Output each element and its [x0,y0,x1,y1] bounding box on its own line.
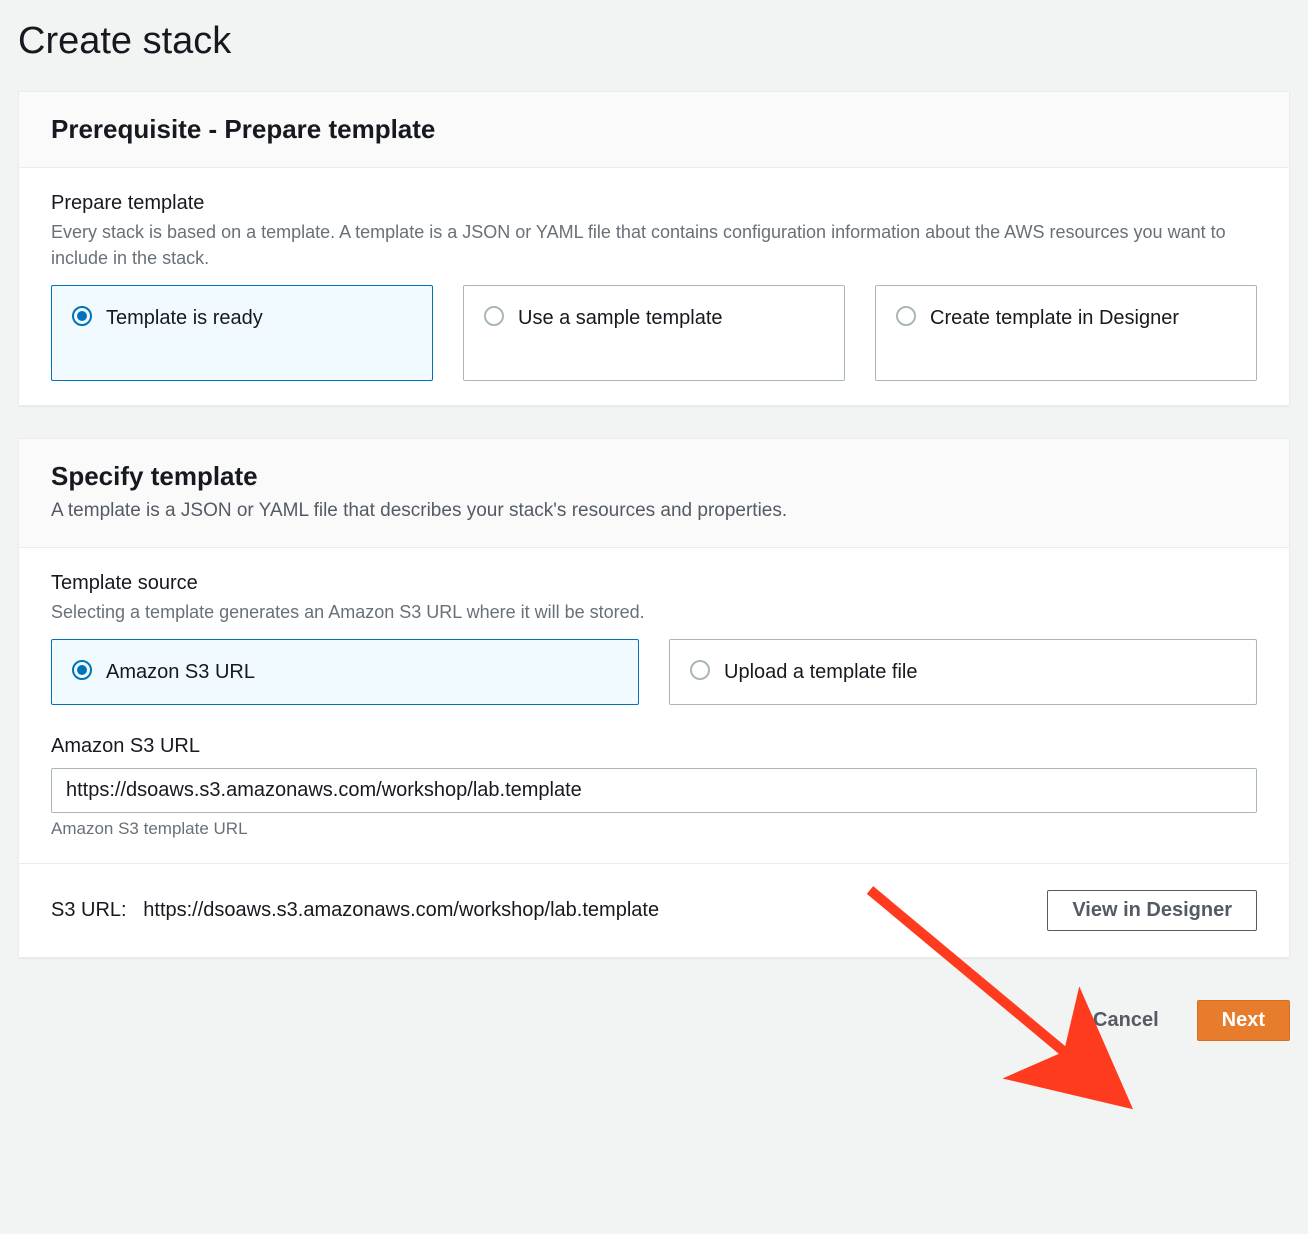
option-create-designer[interactable]: Create template in Designer [875,285,1257,381]
s3-url-block: Amazon S3 URL Amazon S3 template URL [51,735,1257,839]
radio-icon [896,306,916,326]
s3-url-prefix: S3 URL: [51,899,127,921]
specify-subtitle: A template is a JSON or YAML file that d… [51,498,1257,525]
s3-url-input[interactable] [51,768,1257,813]
radio-icon [72,306,92,326]
specify-heading: Specify template [51,461,1257,492]
template-source-label: Template source [51,572,1257,595]
option-template-ready[interactable]: Template is ready [51,285,433,381]
option-label: Create template in Designer [930,304,1179,332]
specify-header: Specify template A template is a JSON or… [19,439,1289,548]
s3-url-hint: Amazon S3 template URL [51,819,1257,839]
prerequisite-panel: Prerequisite - Prepare template Prepare … [18,91,1290,406]
view-in-designer-button[interactable]: View in Designer [1047,890,1257,931]
prepare-template-options: Template is ready Use a sample template … [51,285,1257,381]
specify-template-panel: Specify template A template is a JSON or… [18,438,1290,958]
prerequisite-heading: Prerequisite - Prepare template [51,114,1257,145]
option-s3-url[interactable]: Amazon S3 URL [51,639,639,705]
radio-icon [72,660,92,680]
template-source-help: Selecting a template generates an Amazon… [51,599,1257,625]
option-upload-file[interactable]: Upload a template file [669,639,1257,705]
next-button[interactable]: Next [1197,1000,1290,1041]
prepare-template-help: Every stack is based on a template. A te… [51,219,1257,271]
option-label: Template is ready [106,304,263,332]
prerequisite-header: Prerequisite - Prepare template [19,92,1289,168]
s3-url-summary-row: S3 URL: https://dsoaws.s3.amazonaws.com/… [19,863,1289,957]
footer-actions: Cancel Next [18,990,1290,1051]
s3-url-summary: S3 URL: https://dsoaws.s3.amazonaws.com/… [51,899,659,922]
s3-url-label: Amazon S3 URL [51,735,1257,758]
radio-icon [484,306,504,326]
option-sample-template[interactable]: Use a sample template [463,285,845,381]
template-source-options: Amazon S3 URL Upload a template file [51,639,1257,705]
radio-icon [690,660,710,680]
cancel-button[interactable]: Cancel [1069,1000,1183,1041]
page-title: Create stack [18,0,1290,91]
option-label: Upload a template file [724,658,917,686]
specify-body: Template source Selecting a template gen… [19,548,1289,863]
prepare-template-label: Prepare template [51,192,1257,215]
s3-url-value: https://dsoaws.s3.amazonaws.com/workshop… [143,899,659,921]
option-label: Use a sample template [518,304,723,332]
prerequisite-body: Prepare template Every stack is based on… [19,168,1289,405]
option-label: Amazon S3 URL [106,658,255,686]
